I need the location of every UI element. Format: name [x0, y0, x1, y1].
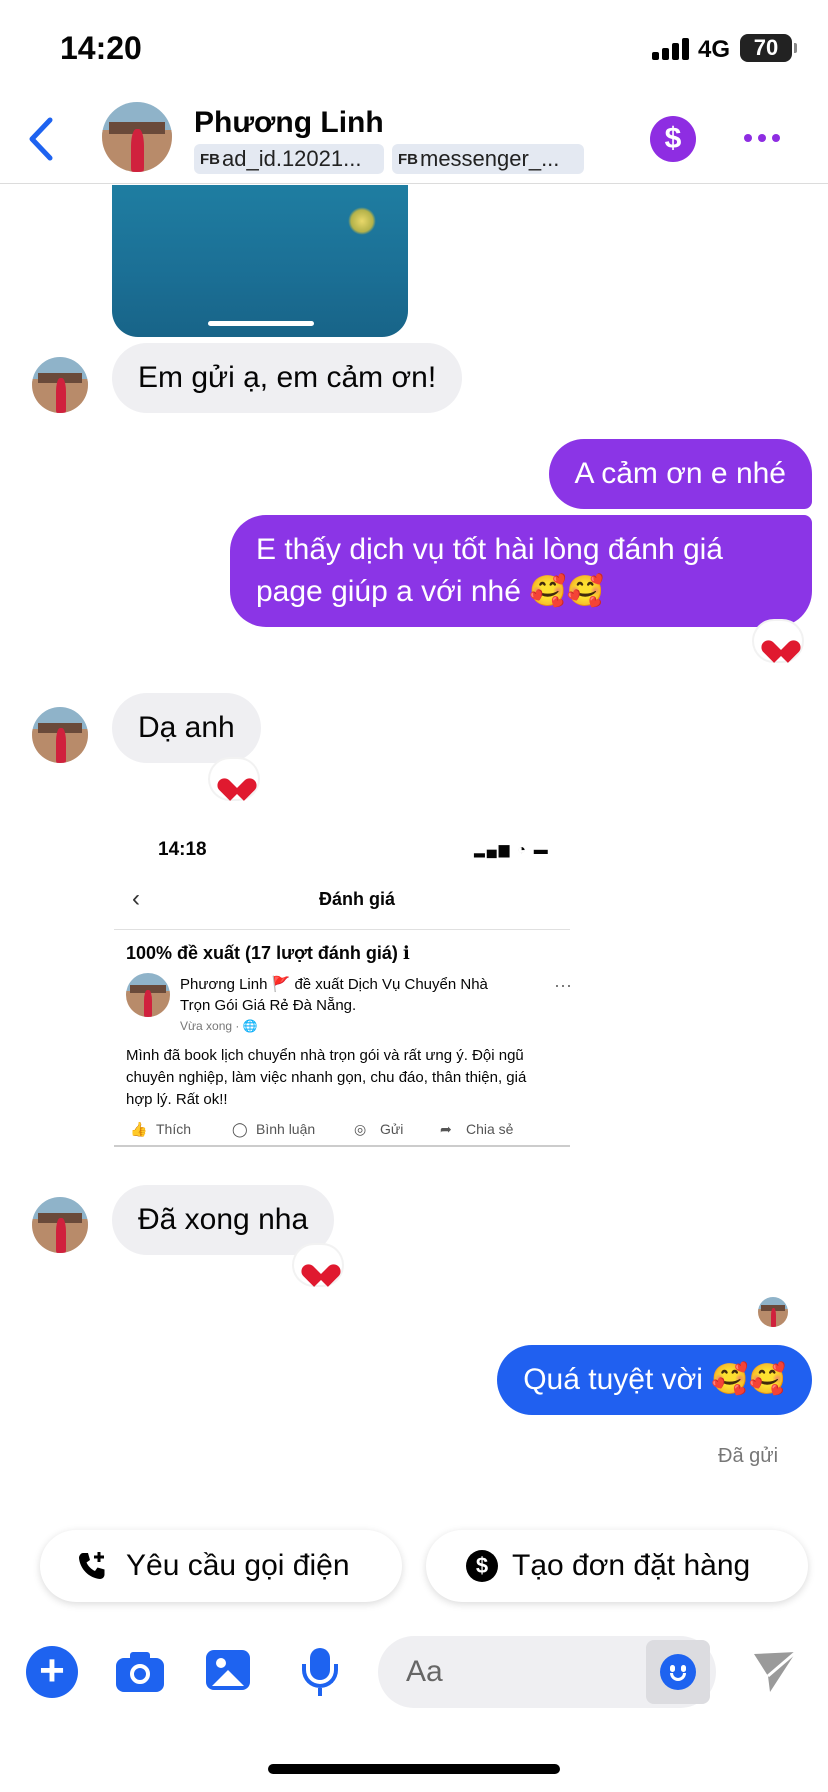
message-outgoing[interactable]: Quá tuyệt vời 🥰🥰 [497, 1345, 812, 1415]
payment-button[interactable]: $ [650, 116, 696, 162]
back-button[interactable] [22, 114, 62, 164]
signal-icon [652, 38, 690, 60]
sender-avatar[interactable] [32, 707, 88, 763]
home-indicator [268, 1764, 560, 1774]
screenshot-heading: 100% đề xuất (17 lượt đánh giá) ℹ [126, 943, 410, 963]
create-order-button[interactable]: $ Tạo đơn đặt hàng [426, 1530, 808, 1602]
message-incoming[interactable]: Em gửi ạ, em cảm ơn! [112, 343, 463, 413]
heart-reaction-icon[interactable] [210, 759, 258, 799]
network-label: 4G [698, 36, 731, 63]
review-screenshot-image[interactable]: 14:18 ▂▄▆ ◔ ▬ ‹ Đánh giá 100% đề xuất (1… [114, 825, 570, 1157]
message-input-container [378, 1636, 716, 1708]
screenshot-avatar [126, 973, 170, 1017]
emoji-icon[interactable] [646, 1640, 710, 1704]
screenshot-review-body: Mình đã book lịch chuyển nhà trọn gói và… [126, 1047, 527, 1108]
chevron-left-icon [29, 117, 53, 161]
screenshot-status-icons: ▂▄▆ ◔ ▬ [474, 841, 550, 857]
screenshot-review-line: Phương Linh 🚩 đề xuất Dịch Vụ Chuyển Nhà [180, 976, 488, 993]
messenger-icon: ◎ [354, 1121, 367, 1137]
contact-avatar[interactable] [102, 102, 172, 172]
sent-status: Đã gửi [718, 1445, 779, 1467]
screenshot-review-line: Trọn Gói Giá Rẻ Đà Nẵng. [180, 997, 357, 1014]
status-time: 14:20 [60, 30, 142, 66]
message-input[interactable] [406, 1650, 626, 1694]
chat-thread[interactable]: Em gửi ạ, em cảm ơn! A cảm ơn e nhé E th… [0, 185, 828, 1525]
heart-reaction-icon[interactable] [754, 621, 802, 661]
screenshot-more-icon: ··· [554, 975, 570, 995]
message-incoming[interactable]: Dạ anh [112, 693, 261, 763]
camera-icon[interactable] [116, 1646, 168, 1698]
more-options-icon[interactable] [740, 122, 784, 152]
like-icon: 👍 [130, 1121, 148, 1137]
send-icon[interactable] [748, 1646, 800, 1698]
phone-add-icon [79, 1552, 105, 1579]
dollar-icon: $ [466, 1550, 498, 1582]
screenshot-time: 14:18 [158, 839, 207, 860]
comment-icon: ◯ [232, 1121, 248, 1137]
share-icon: ➦ [440, 1121, 452, 1137]
request-call-button[interactable]: Yêu cầu gọi điện [40, 1530, 402, 1602]
status-bar: 14:20 4G 70 [0, 0, 828, 100]
screenshot-title: Đánh giá [318, 889, 395, 909]
messenger-tag[interactable]: FBmessenger_... [392, 144, 584, 174]
chat-header: Phương Linh FBad_id.12021... FBmessenger… [0, 100, 828, 184]
screenshot-posted-time: Vừa xong · 🌐 [180, 1019, 258, 1033]
image-icon[interactable] [204, 1646, 256, 1698]
ad-id-tag[interactable]: FBad_id.12021... [194, 144, 384, 174]
microphone-icon[interactable] [294, 1646, 346, 1698]
message-outgoing[interactable]: A cảm ơn e nhé [548, 439, 812, 509]
heart-reaction-icon[interactable] [294, 1245, 342, 1285]
composer-bar: + [0, 1628, 828, 1718]
battery-icon: 70 [740, 34, 797, 62]
seen-avatar [758, 1297, 788, 1327]
screenshot-actions: 👍 Thích ◯ Bình luận ◎ Gửi ➦ Chia sẻ [114, 1117, 570, 1147]
shared-image[interactable] [112, 185, 408, 337]
sender-avatar[interactable] [32, 1197, 88, 1253]
plus-icon[interactable]: + [26, 1646, 78, 1698]
message-incoming[interactable]: Đã xong nha [112, 1185, 335, 1255]
message-outgoing[interactable]: E thấy dịch vụ tốt hài lòng đánh giá pag… [230, 515, 812, 627]
sender-avatar[interactable] [32, 357, 88, 413]
contact-name[interactable]: Phương Linh [194, 106, 384, 140]
